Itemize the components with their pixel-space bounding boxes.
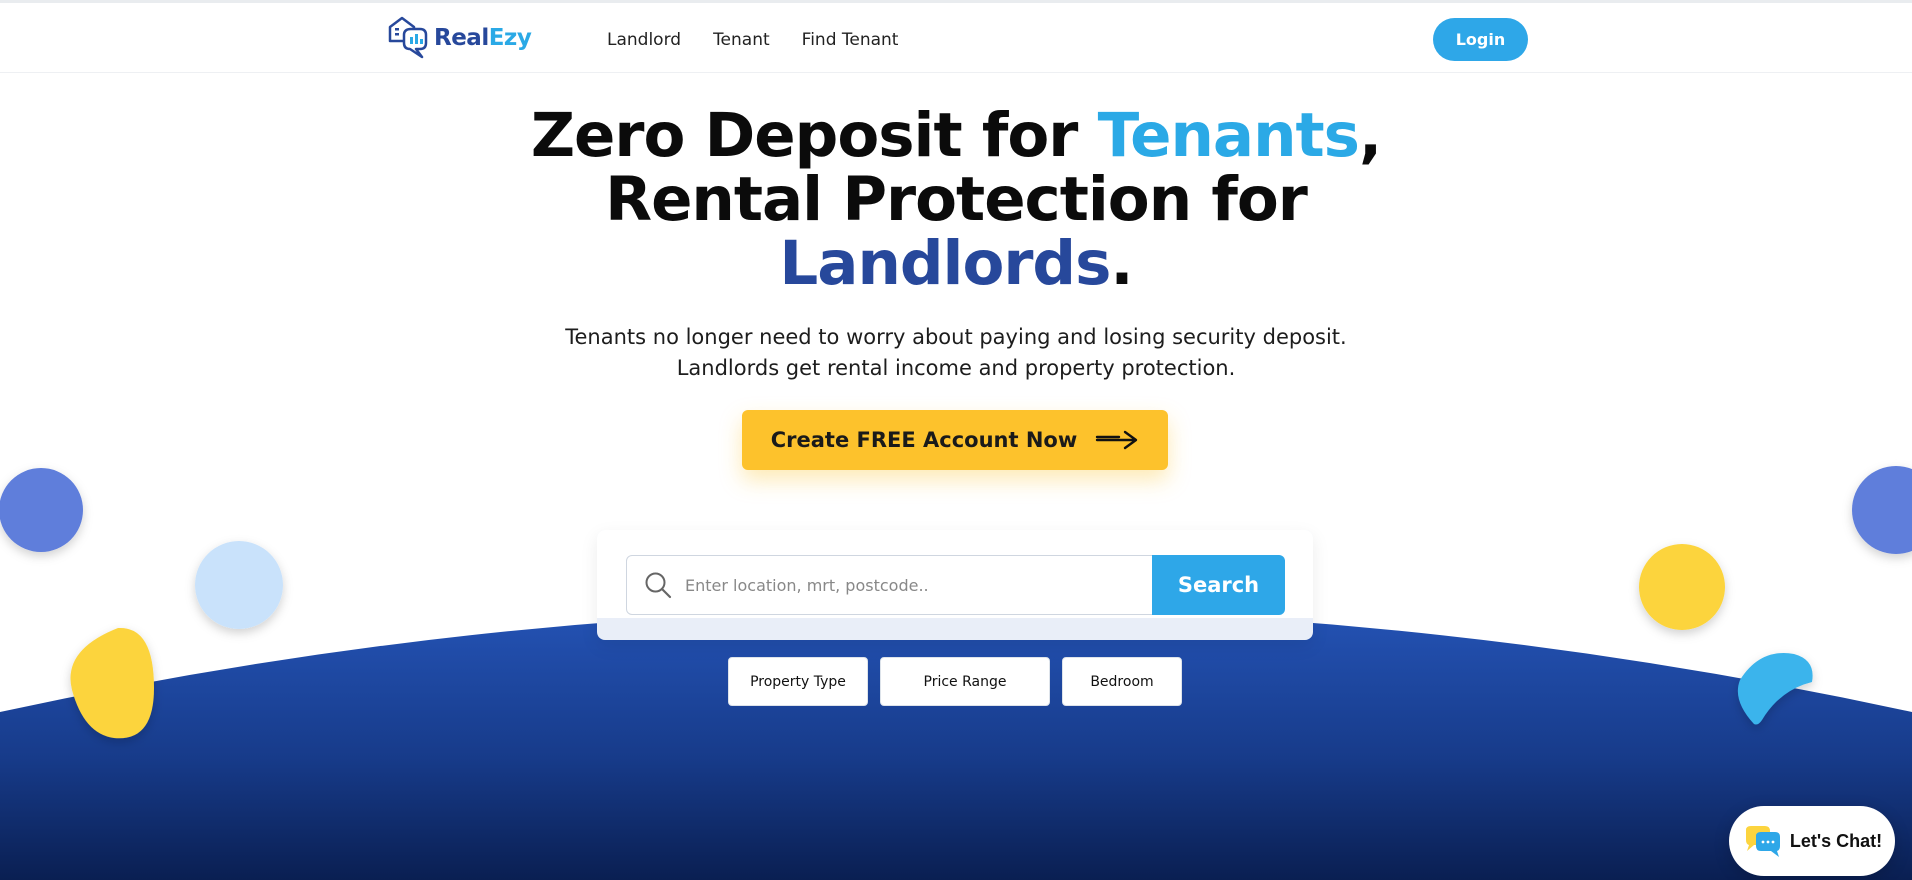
login-button[interactable]: Login xyxy=(1433,18,1528,61)
chat-label: Let's Chat! xyxy=(1789,830,1883,851)
chat-widget-button[interactable]: Let's Chat! xyxy=(1729,806,1895,876)
search-box xyxy=(626,555,1153,615)
decor-circle-yellow-right xyxy=(1639,544,1725,630)
hero-title: Zero Deposit for Tenants, Rental Protect… xyxy=(530,100,1382,299)
create-account-button[interactable]: Create FREE Account Now xyxy=(742,410,1168,470)
logo-wordmark: RealEzy xyxy=(434,25,532,51)
filter-price-range[interactable]: Price Range xyxy=(880,657,1050,706)
house-chat-logo-icon xyxy=(388,16,428,59)
search-input[interactable] xyxy=(685,575,1145,595)
decor-circle-lightblue-left xyxy=(195,541,283,629)
search-card: Search xyxy=(597,530,1313,640)
main-nav: Landlord Tenant Find Tenant xyxy=(607,30,898,50)
navbar: RealEzy Landlord Tenant Find Tenant Logi… xyxy=(0,3,1912,73)
filter-property-type[interactable]: Property Type xyxy=(728,657,868,706)
arrow-right-icon xyxy=(1096,430,1138,450)
nav-link-find-tenant[interactable]: Find Tenant xyxy=(802,30,899,50)
create-account-label: Create FREE Account Now xyxy=(770,428,1078,452)
chat-bubbles-icon xyxy=(1745,826,1780,857)
decor-blob-lightblue-right xyxy=(1737,653,1813,725)
decor-circle-blue-right xyxy=(1852,466,1912,554)
hero-title-tenants: Tenants xyxy=(1097,100,1360,171)
search-button[interactable]: Search xyxy=(1152,555,1285,615)
filter-bedroom[interactable]: Bedroom xyxy=(1062,657,1182,706)
search-icon xyxy=(645,572,672,599)
hero-subtitle: Tenants no longer need to worry about pa… xyxy=(565,325,1347,380)
hero-title-landlords: Landlords xyxy=(779,228,1111,299)
decor-circle-blue-left xyxy=(0,468,83,552)
nav-link-landlord[interactable]: Landlord xyxy=(607,30,681,50)
nav-link-tenant[interactable]: Tenant xyxy=(713,30,770,50)
decor-blob-yellow-left xyxy=(70,627,154,739)
logo-link[interactable]: RealEzy xyxy=(386,15,532,61)
